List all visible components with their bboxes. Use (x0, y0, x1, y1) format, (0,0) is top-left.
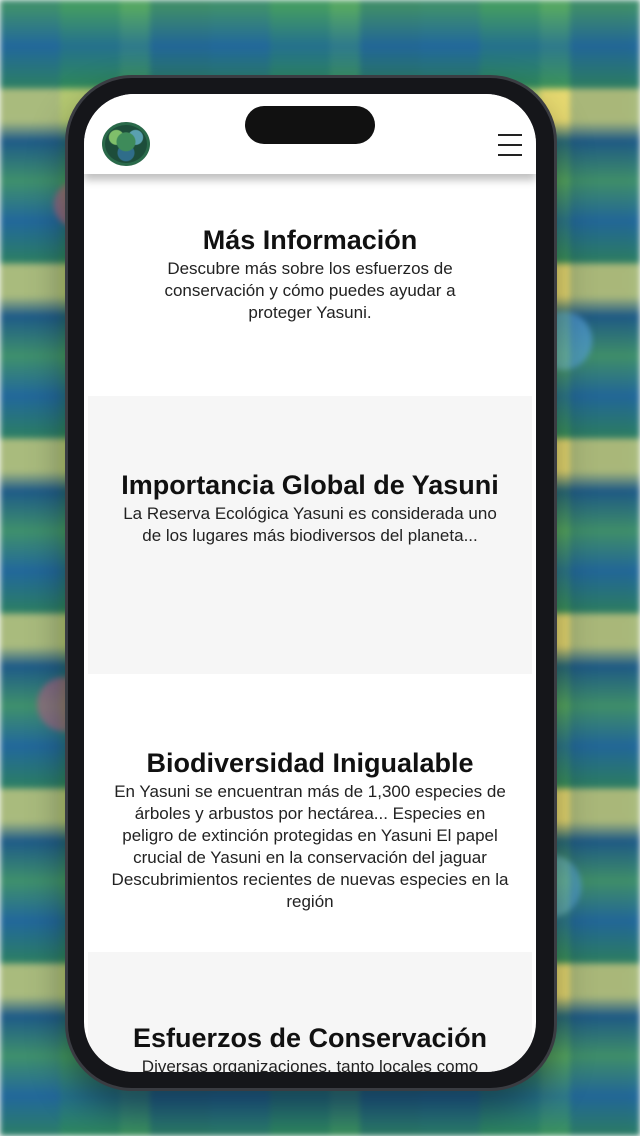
section-biodiversidad: Biodiversidad Inigualable En Yasuni se e… (84, 674, 536, 952)
section-importancia-global: Importancia Global de Yasuni La Reserva … (88, 396, 532, 674)
section-text: En Yasuni se encuentran más de 1,300 esp… (111, 782, 509, 911)
section-title: Biodiversidad Inigualable (146, 748, 474, 778)
section-title: Más Información (202, 225, 418, 255)
section-mas-informacion: Más Información Descubre más sobre los e… (84, 174, 536, 396)
section-title: Esfuerzos de Conservación (132, 1023, 488, 1053)
dynamic-island (245, 106, 375, 144)
page-content: Más Información Descubre más sobre los e… (84, 174, 536, 1072)
section-text: Diversas organizaciones, tanto locales c… (141, 1057, 479, 1072)
section-text: Descubre más sobre los esfuerzos de cons… (164, 259, 456, 322)
hamburger-menu-icon[interactable] (498, 134, 522, 156)
yasuni-logo-icon[interactable] (102, 122, 150, 166)
section-title: Importancia Global de Yasuni (121, 470, 499, 500)
phone-screen: Más Información Descubre más sobre los e… (84, 94, 536, 1072)
section-esfuerzos-conservacion: Esfuerzos de Conservación Diversas organ… (88, 952, 532, 1072)
section-text: La Reserva Ecológica Yasuni es considera… (123, 504, 497, 545)
